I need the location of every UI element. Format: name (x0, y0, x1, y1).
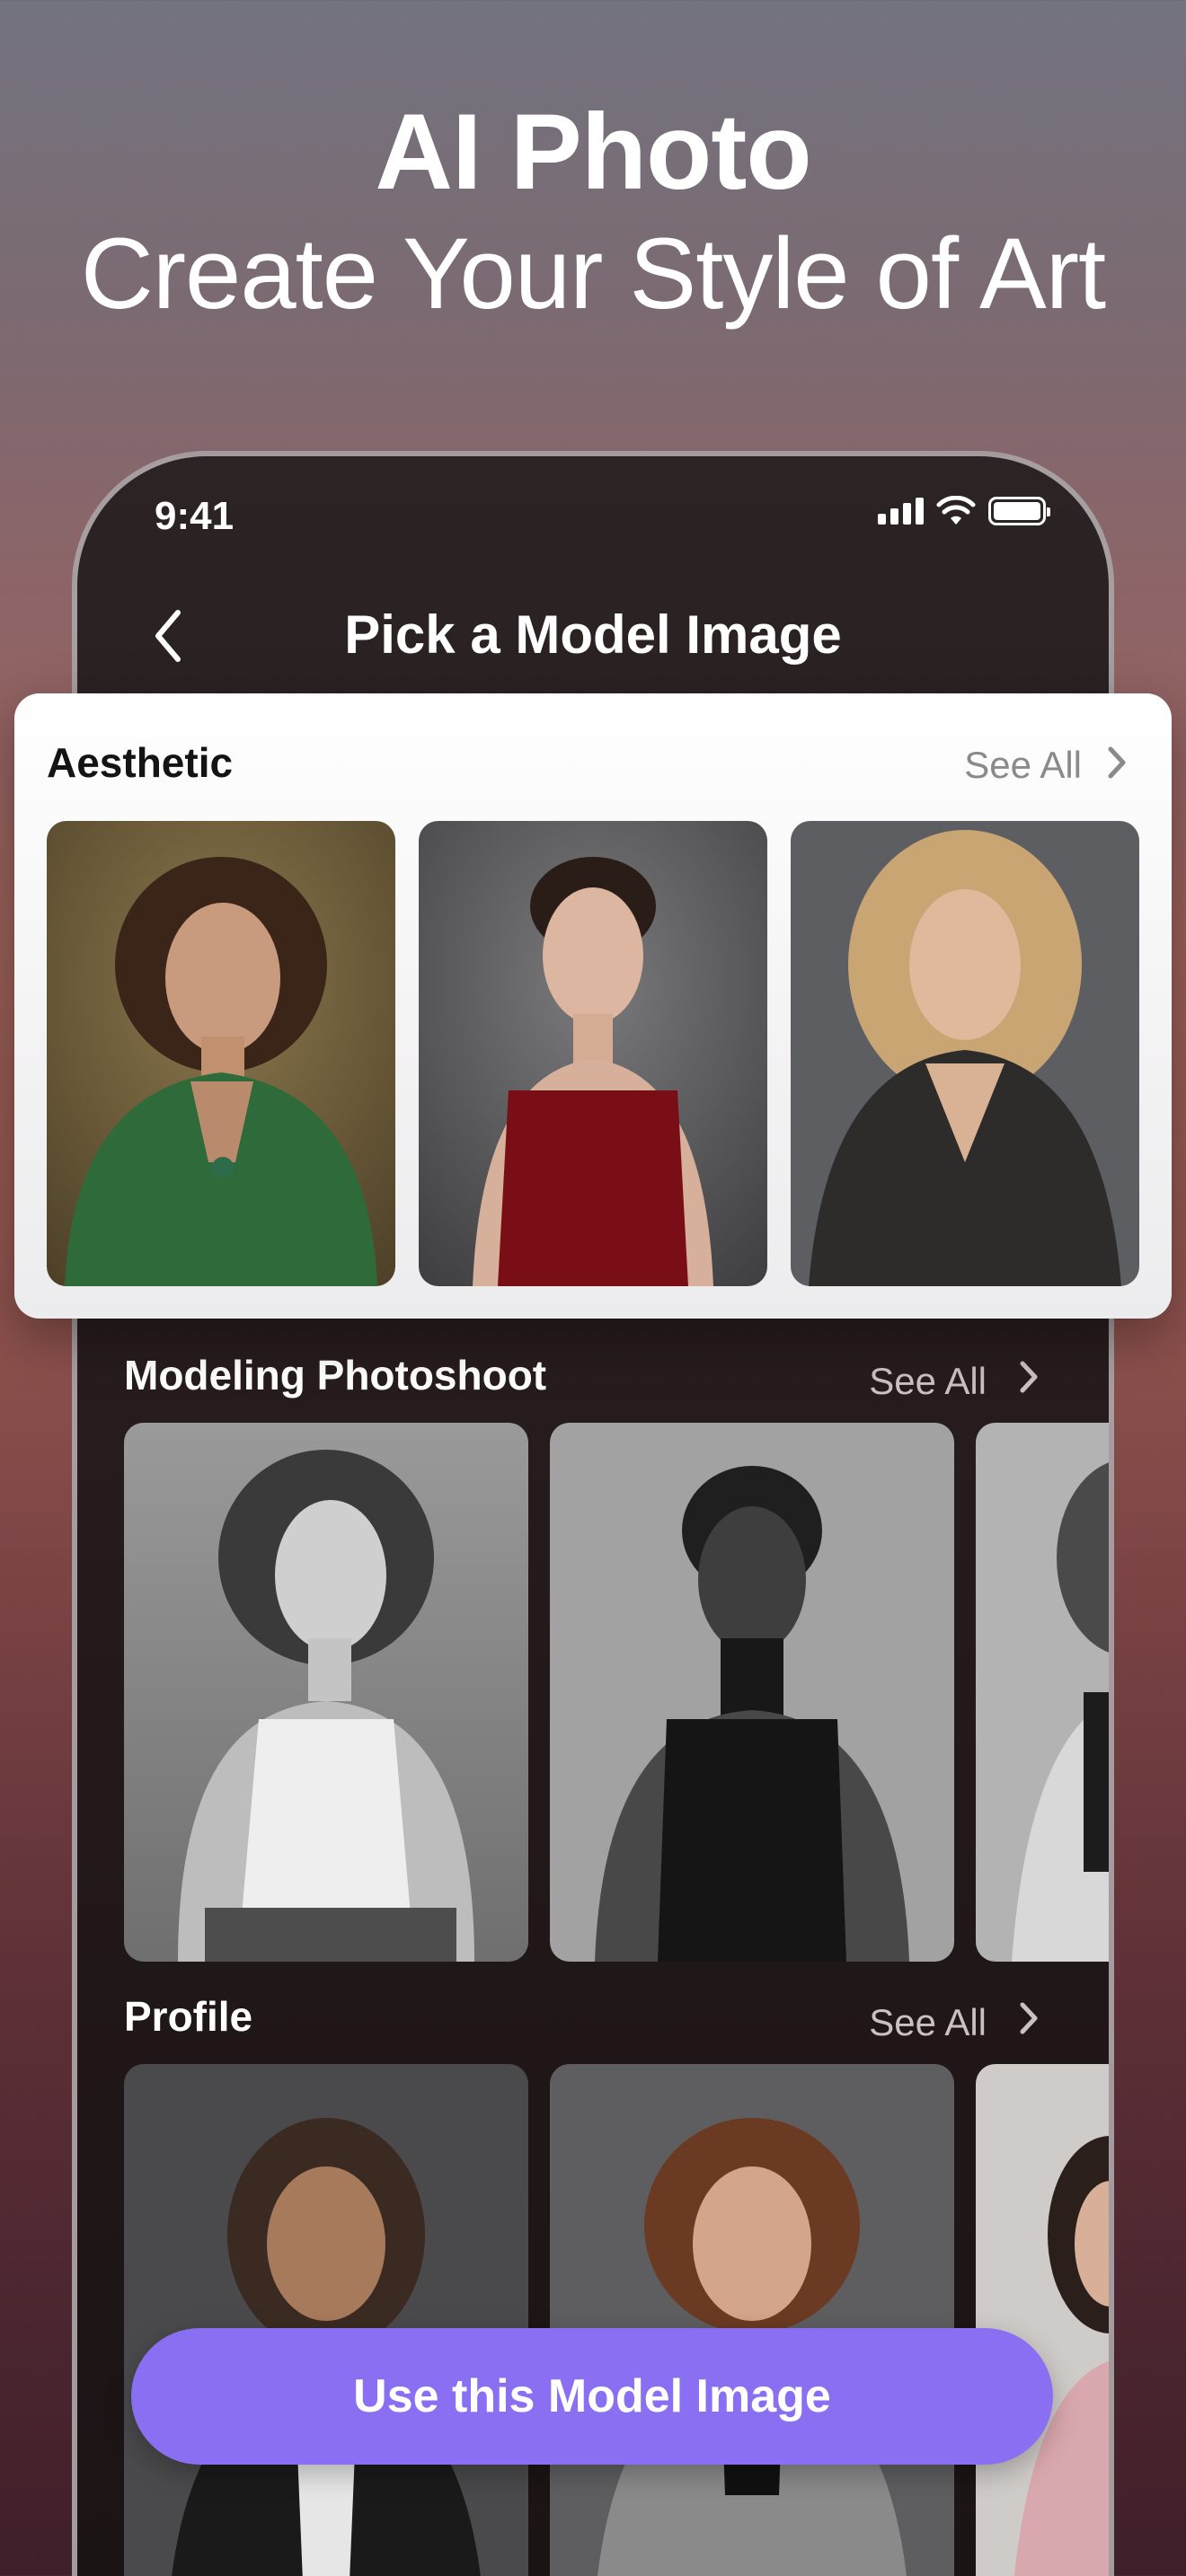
section-title-profile: Profile (124, 1993, 253, 2040)
see-all-aesthetic[interactable]: See All (964, 744, 1082, 787)
photo-profile-3[interactable] (976, 2064, 1109, 2576)
battery-icon (988, 497, 1050, 525)
photo-aesthetic-2[interactable] (419, 821, 767, 1286)
wifi-icon (936, 496, 976, 525)
chevron-right-icon[interactable] (1103, 740, 1130, 785)
photo-aesthetic-3[interactable] (791, 821, 1139, 1286)
signal-icon (878, 498, 924, 525)
hero-title: AI Photo (375, 92, 811, 212)
photo-profile-2[interactable] (550, 2064, 954, 2576)
photo-modeling-3[interactable] (976, 1423, 1109, 1962)
see-all-modeling-photoshoot[interactable]: See All (869, 1360, 987, 1403)
section-title-modeling-photoshoot: Modeling Photoshoot (124, 1352, 547, 1398)
aesthetic-card: Aesthetic See All (14, 693, 1172, 1319)
photo-aesthetic-1[interactable] (47, 821, 395, 1286)
use-model-image-button[interactable]: Use this Model Image (131, 2328, 1053, 2465)
chevron-right-icon[interactable] (1015, 1996, 1042, 2041)
hero-subtitle: Create Your Style of Art (80, 217, 1106, 330)
chevron-right-icon[interactable] (1015, 1354, 1042, 1399)
photo-modeling-1[interactable] (124, 1423, 528, 1962)
status-time: 9:41 (155, 494, 235, 538)
photo-modeling-2[interactable] (550, 1423, 954, 1962)
status-icons (878, 496, 1050, 526)
screen-title: Pick a Model Image (344, 604, 842, 665)
section-title-aesthetic: Aesthetic (47, 739, 234, 786)
photo-profile-1[interactable] (124, 2064, 528, 2576)
see-all-profile[interactable]: See All (869, 2001, 987, 2044)
